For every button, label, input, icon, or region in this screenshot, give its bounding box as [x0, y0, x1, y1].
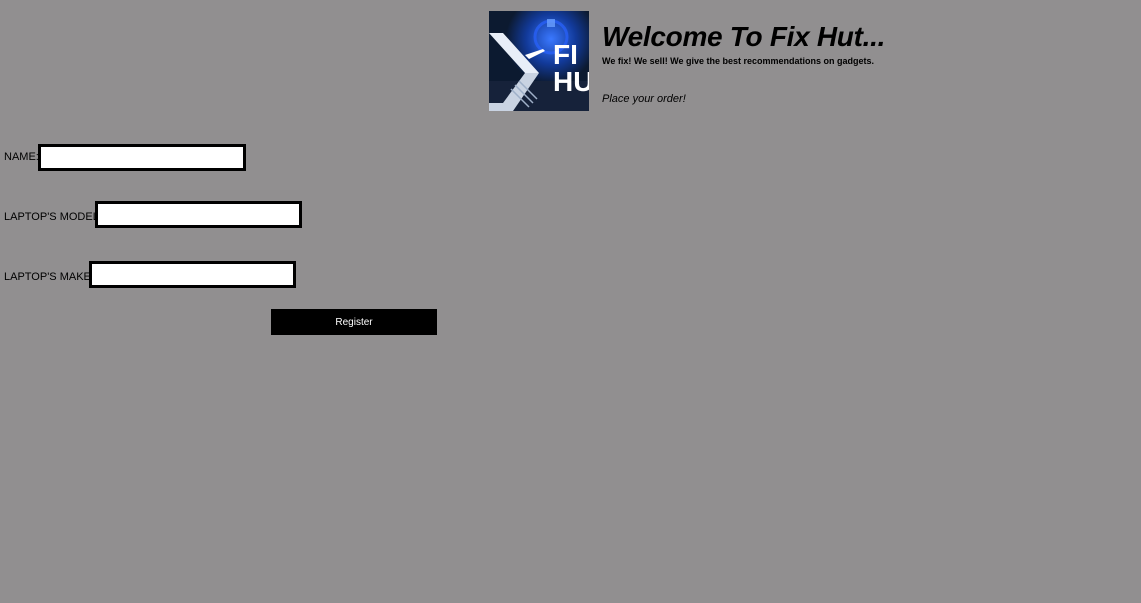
- laptop-make-label: LAPTOP'S MAKE:: [4, 271, 94, 283]
- page-subtitle: We fix! We sell! We give the best recomm…: [602, 56, 875, 66]
- name-input[interactable]: [38, 144, 246, 171]
- name-label: NAME:: [4, 151, 39, 163]
- laptop-make-input[interactable]: [89, 261, 296, 288]
- logo-text-hut: HU: [553, 66, 589, 97]
- fix-hut-logo: FI HU: [489, 11, 589, 111]
- laptop-model-input[interactable]: [95, 201, 302, 228]
- page-title: Welcome To Fix Hut...: [602, 21, 886, 52]
- logo-image: FI HU: [489, 11, 589, 111]
- order-prompt: Place your order!: [602, 93, 686, 105]
- register-button[interactable]: Register: [271, 309, 437, 335]
- laptop-model-label: LAPTOP'S MODEL:: [4, 211, 102, 223]
